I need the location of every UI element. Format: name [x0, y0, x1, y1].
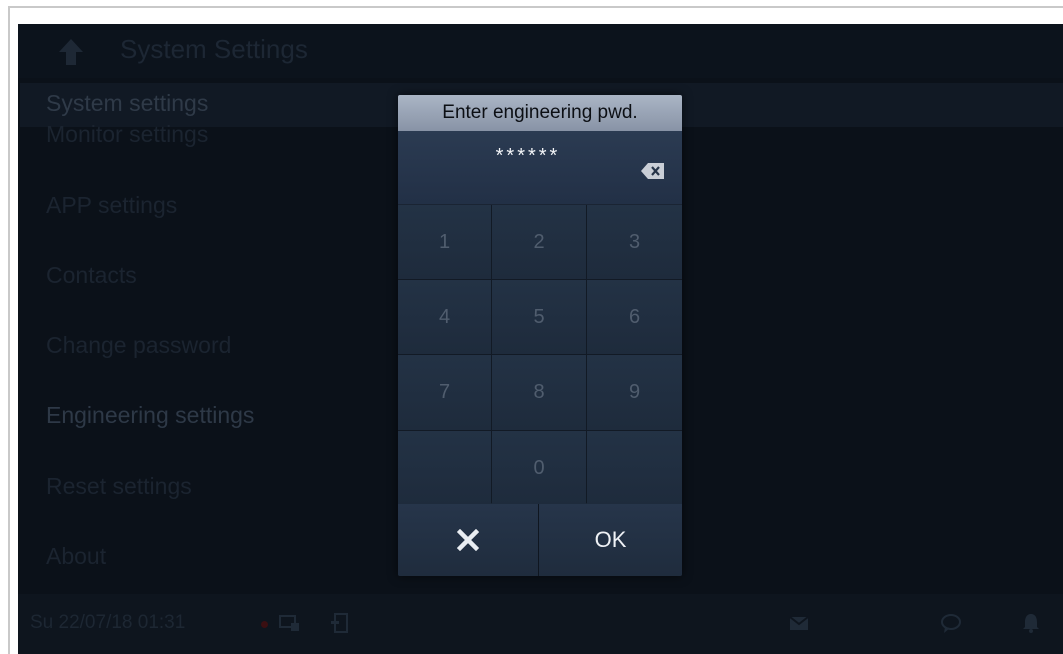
key-4[interactable]: 4 [398, 280, 491, 354]
key-6[interactable]: 6 [587, 280, 682, 354]
key-2[interactable]: 2 [492, 205, 586, 279]
chat-icon[interactable] [940, 612, 962, 634]
menu-item-app-settings[interactable]: APP settings [46, 192, 177, 219]
menu-item-system-settings[interactable]: System settings [46, 90, 208, 117]
password-dialog: Enter engineering pwd. ****** 1 2 3 4 5 … [398, 95, 682, 576]
menu-item-contacts[interactable]: Contacts [46, 262, 137, 289]
close-icon [457, 529, 479, 551]
key-0[interactable]: 0 [492, 431, 586, 506]
key-3[interactable]: 3 [587, 205, 682, 279]
menu-item-change-password[interactable]: Change password [46, 332, 231, 359]
key-7[interactable]: 7 [398, 355, 491, 430]
door-icon [331, 613, 348, 633]
key-9[interactable]: 9 [587, 355, 682, 430]
cancel-button[interactable] [398, 504, 538, 576]
password-value: ****** [495, 145, 561, 167]
status-bar: Su 22/07/18 01:31 [18, 594, 1063, 654]
bell-icon[interactable] [1020, 612, 1042, 634]
menu-item-reset-settings[interactable]: Reset settings [46, 473, 192, 500]
dialog-actions: OK [398, 504, 682, 576]
key-1[interactable]: 1 [398, 205, 491, 279]
device-screen: System Settings System settings Monitor … [18, 24, 1063, 654]
key-blank-right [587, 431, 682, 506]
numeric-keypad: 1 2 3 4 5 6 7 8 9 0 [398, 205, 682, 506]
menu-item-monitor-settings[interactable]: Monitor settings [46, 121, 208, 148]
header-bar: System Settings [18, 24, 1063, 78]
back-arrow-icon[interactable] [58, 38, 84, 66]
menu-item-engineering-settings[interactable]: Engineering settings [46, 402, 254, 429]
status-datetime: Su 22/07/18 01:31 [30, 612, 186, 633]
password-field[interactable]: ****** [398, 131, 682, 205]
monitor-icon [279, 615, 299, 631]
key-blank-left [398, 431, 491, 506]
page-title: System Settings [120, 34, 308, 64]
menu-item-about[interactable]: About [46, 543, 106, 570]
dialog-title: Enter engineering pwd. [398, 95, 682, 131]
message-icon[interactable] [788, 612, 810, 634]
key-5[interactable]: 5 [492, 280, 586, 354]
backspace-icon[interactable] [640, 161, 666, 181]
key-8[interactable]: 8 [492, 355, 586, 430]
alarm-dot-icon [261, 621, 268, 628]
ok-button[interactable]: OK [539, 504, 682, 576]
